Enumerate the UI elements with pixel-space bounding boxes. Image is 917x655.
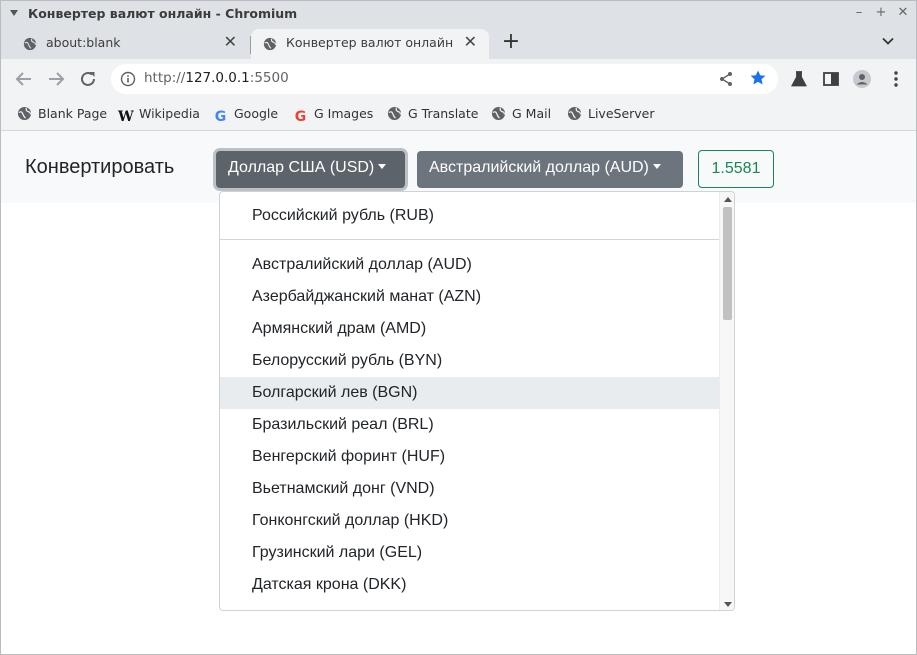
minimize-button[interactable]: – [851,5,867,20]
bookmark-label: G Translate [408,106,479,121]
site-info-icon[interactable] [120,71,136,87]
dropdown-item[interactable]: Вьетнамский донг (VND) [220,473,719,505]
more-menu-icon[interactable] [886,69,906,89]
bookmarks-bar: Blank Page W Wikipedia G Google GG Images … [1,99,916,131]
tab-converter[interactable]: Конвертер валют онлайн ✕ [251,29,489,59]
currency-dropdown-menu[interactable]: Российский рубль (RUB) Австралийский дол… [219,191,735,611]
side-panel-icon[interactable] [821,69,841,89]
exchange-rate-badge: 1.5581 [698,150,774,188]
globe-icon [387,106,402,121]
dropdown-item[interactable]: Армянский драм (AMD) [220,313,719,345]
bookmark-liveserver[interactable]: LiveServer [567,106,655,121]
dropdown-item-pinned[interactable]: Российский рубль (RUB) [220,200,719,232]
scroll-down-arrow-icon[interactable] [724,602,732,607]
title-bar: Конвертер валют онлайн - Chromium – + ✕ [1,1,916,27]
url-port: :5500 [249,70,289,86]
address-bar[interactable]: http://127.0.0.1:5500 [111,64,778,94]
dropdown-item-hovered[interactable]: Болгарский лев (BGN) [220,377,719,409]
wikipedia-icon: W [118,109,134,125]
bookmark-google[interactable]: G Google [213,106,278,125]
tab-search-chevron-icon[interactable] [881,34,895,48]
bookmark-label: Google [234,106,279,121]
dropdown-item[interactable]: Грузинский лари (GEL) [220,537,719,569]
globe-icon [567,106,582,121]
tab-close-button[interactable]: ✕ [224,32,237,51]
dropdown-item[interactable]: Белорусский рубль (BYN) [220,345,719,377]
globe-icon [23,37,37,51]
maximize-button[interactable]: + [873,5,889,20]
tab-close-button[interactable]: ✕ [464,32,477,51]
dropdown-item[interactable]: Датская крона (DKK) [220,569,719,601]
from-currency-label: Доллар США (USD) [228,159,375,176]
to-currency-label: Австралийский доллар (AUD) [429,159,649,176]
window-title: Конвертер валют онлайн - Chromium [28,6,298,21]
forward-arrow-icon[interactable] [45,68,67,90]
dropdown-item[interactable]: Венгерский форинт (HUF) [220,441,719,473]
dropdown-item[interactable]: Бразильский реал (BRL) [220,409,719,441]
google-icon: G [294,109,307,125]
from-currency-dropdown-button[interactable]: Доллар США (USD) [216,151,405,188]
back-arrow-icon[interactable] [13,68,35,90]
page-content: Конвертировать Доллар США (USD) Австрали… [1,131,916,654]
bookmark-star-icon[interactable] [749,69,767,87]
dropdown-item[interactable]: Австралийский доллар (AUD) [220,249,719,281]
tab-about-blank[interactable]: about:blank ✕ [11,29,249,59]
url-text[interactable]: http://127.0.0.1:5500 [144,70,289,86]
bookmark-blank-page[interactable]: Blank Page [17,106,107,121]
bookmark-g-translate[interactable]: G Translate [387,106,478,121]
share-icon[interactable] [718,71,734,87]
url-scheme: http:// [144,70,186,86]
globe-icon [17,106,32,121]
reload-icon[interactable] [77,68,99,90]
bookmark-g-mail[interactable]: G Mail [491,106,551,121]
google-icon: G [214,109,227,125]
bookmark-label: G Images [314,106,374,121]
tab-label: Конвертер валют онлайн [286,35,454,50]
bookmark-wikipedia[interactable]: W Wikipedia [118,106,200,125]
dropdown-scrollbar[interactable] [719,192,734,610]
profile-avatar-icon[interactable] [852,69,872,89]
globe-icon [491,106,506,121]
bookmark-label: Blank Page [38,106,108,121]
app-brand: Конвертировать [25,156,175,178]
scrollbar-thumb[interactable] [723,207,732,320]
dropdown-item[interactable]: Азербайджанский манат (AZN) [220,281,719,313]
dropdown-item[interactable]: Гонконгский доллар (HKD) [220,505,719,537]
caret-down-icon [378,164,387,169]
bookmark-label: G Mail [512,106,552,121]
labs-flask-icon[interactable] [789,69,809,89]
dropdown-divider [220,239,719,240]
tab-label: about:blank [46,35,121,50]
caret-down-icon [652,164,661,169]
to-currency-dropdown-button[interactable]: Австралийский доллар (AUD) [417,151,683,188]
close-window-button[interactable]: ✕ [895,5,911,20]
bookmark-label: Wikipedia [139,106,200,121]
scroll-up-arrow-icon[interactable] [724,197,732,202]
tab-strip: about:blank ✕ Конвертер валют онлайн ✕ [1,27,916,59]
new-tab-button[interactable]: + [501,29,521,55]
browser-window: Конвертер валют онлайн - Chromium – + ✕ … [0,0,917,655]
window-menu-icon[interactable] [10,10,18,16]
bookmark-g-images[interactable]: G G Images [293,106,374,125]
toolbar: http://127.0.0.1:5500 [1,59,916,99]
bookmark-label: LiveServer [588,106,655,121]
url-host: 127.0.0.1 [185,70,250,86]
globe-icon [263,37,277,51]
